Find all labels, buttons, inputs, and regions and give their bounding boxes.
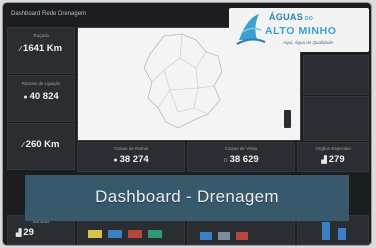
kpi-label: Caixas de Visita [224, 146, 258, 151]
chart-bar [148, 230, 162, 238]
circle-icon: ○ [223, 157, 228, 164]
kpi-label: Ramais de Ligação [21, 81, 61, 86]
ruler-icon: ⁄ [22, 142, 24, 149]
chart-icon: ▟ [16, 230, 22, 237]
dot-icon: ● [113, 157, 118, 164]
kpi-label: Traçado [32, 33, 50, 38]
dot-icon: ● [23, 94, 28, 101]
kpi-value: 38 629 [229, 154, 259, 165]
banner-title: Dashboard - Drenagem [95, 187, 279, 206]
chart-bar [338, 228, 346, 240]
chart-bar [200, 232, 212, 240]
page-title: Dashboard Rede Drenagem [11, 11, 87, 17]
chart-bar [108, 230, 122, 238]
kpi-label: Órgãos Especiais [315, 146, 351, 151]
chart-icon: ▟ [321, 157, 327, 164]
company-logo: ÁGUAS DO ALTO MINHO Aqui, Água de Qualida… [229, 8, 369, 52]
title-banner: Dashboard - Drenagem [25, 175, 349, 221]
logo-line1: ÁGUAS [269, 12, 304, 22]
chart-bar [236, 232, 248, 240]
chart-bar [218, 232, 230, 240]
chart-bar [88, 230, 102, 238]
kpi-tile-caixas-ramal[interactable]: Caixas de Ramal ● 38 274 [77, 142, 185, 172]
logo-line2: ALTO MINHO [265, 25, 337, 37]
map-zoom-control[interactable] [284, 110, 291, 128]
kpi-label: Caixas de Ramal [113, 146, 149, 151]
chart-bar [322, 222, 330, 240]
kpi-value: 38 274 [119, 154, 149, 165]
kpi-tile-tracado[interactable]: Traçado ⁄ 1641 Km [7, 27, 75, 74]
ruler-icon: ⁄ [19, 46, 22, 53]
kpi-value: 40 824 [29, 91, 59, 102]
kpi-value: 29 [23, 227, 34, 238]
kpi-tile-caixas-visita[interactable]: Caixas de Visita ○ 38 629 [187, 142, 295, 172]
kpi-value: 279 [328, 154, 345, 165]
kpi-tile-orgaos[interactable]: Órgãos Especiais ▟ 279 [297, 142, 369, 172]
chart-bar [128, 230, 142, 238]
right-tile-2[interactable] [303, 96, 369, 141]
logo-line1-small: DO [305, 16, 314, 22]
kpi-tile-extensao[interactable]: ⁄ 260 Km [7, 123, 75, 170]
logo-mark-icon [236, 14, 266, 45]
kpi-value: 1641 Km [23, 43, 63, 54]
kpi-tile-ramais[interactable]: Ramais de Ligação ● 40 824 [7, 75, 75, 122]
logo-tagline: Aqui, Água de Qualidade [283, 40, 334, 45]
dashboard-screen: Dashboard Rede Drenagem Traçado ⁄ 1641 Km… [3, 3, 371, 245]
right-tile-1[interactable] [303, 55, 369, 95]
kpi-value: 260 Km [25, 139, 60, 150]
